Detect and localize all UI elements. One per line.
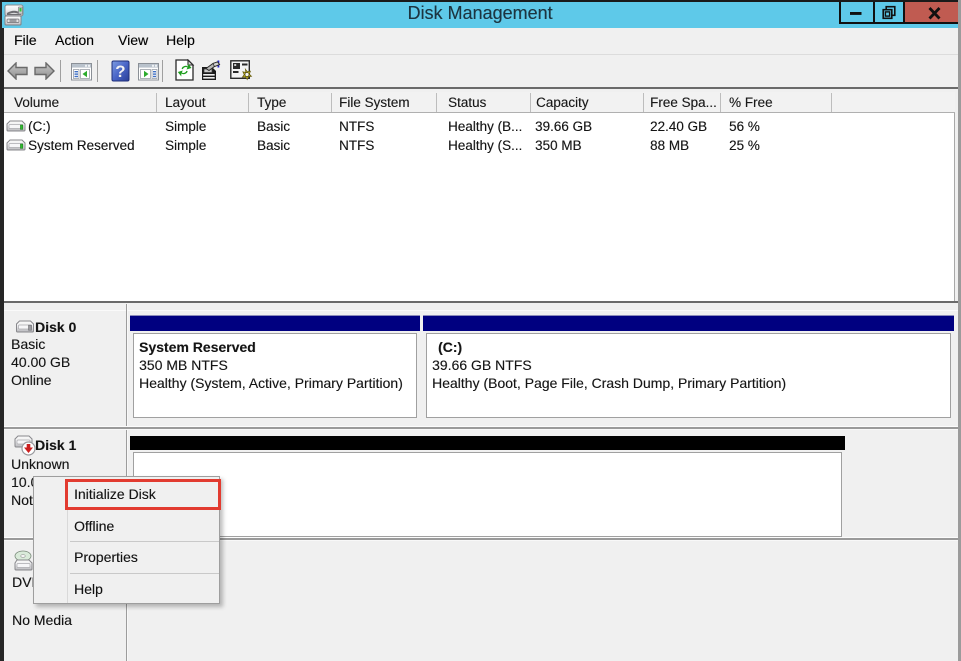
svg-text:?: ?: [115, 62, 125, 81]
